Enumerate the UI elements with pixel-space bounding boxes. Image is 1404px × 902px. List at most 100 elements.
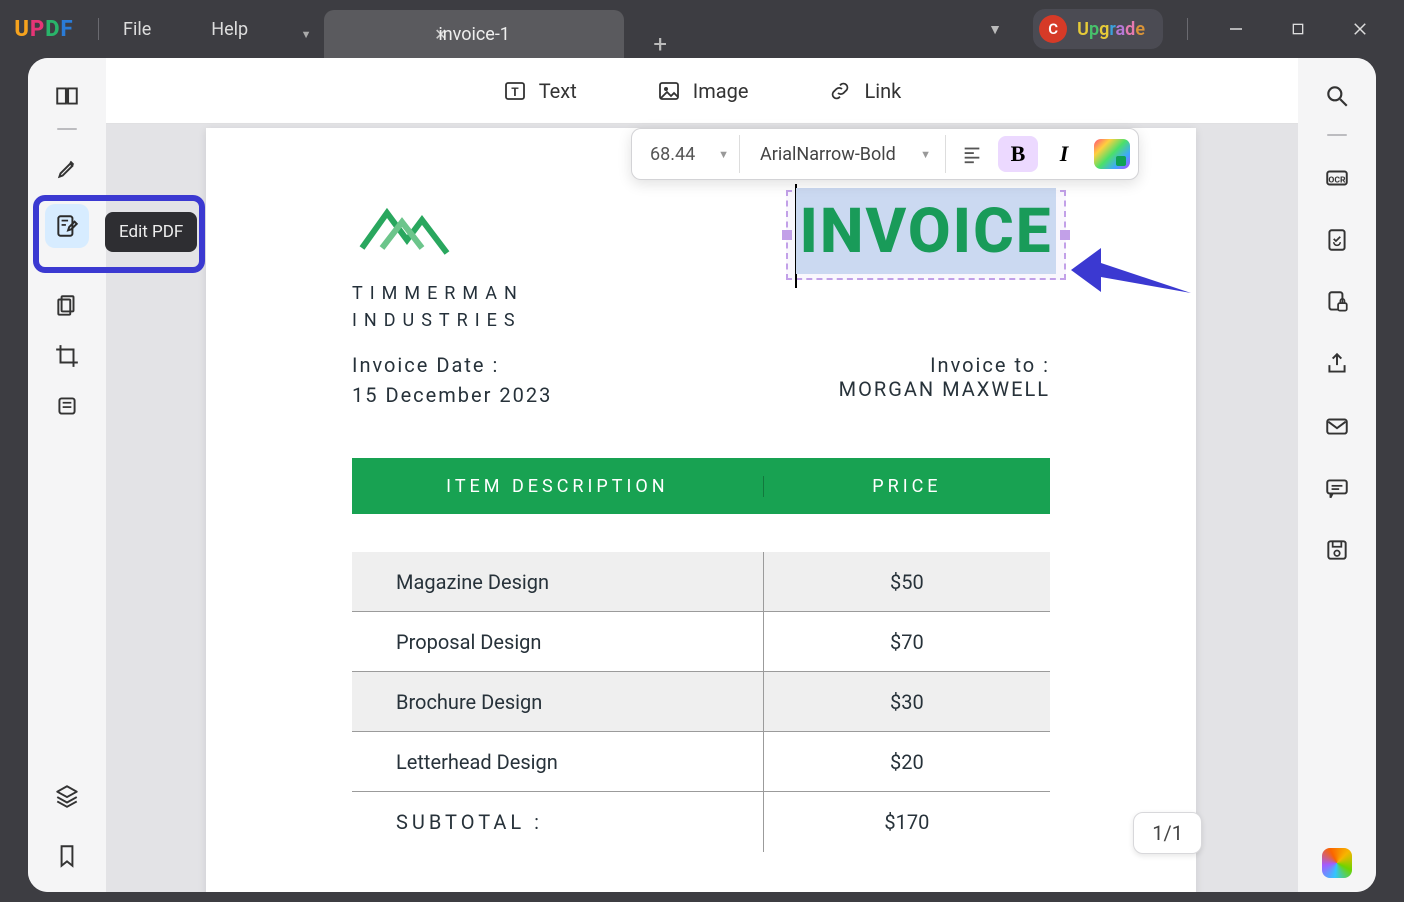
text-color-button[interactable] [1094,139,1130,169]
share-button[interactable] [1315,342,1359,386]
table-row-subtotal: SUBTOTAL : $170 [352,792,1050,852]
bold-button[interactable]: B [998,136,1038,172]
link-icon [828,79,852,103]
stack-pages-icon [54,393,80,419]
font-family-value: ArialNarrow-Bold [760,144,896,165]
left-rail [28,58,106,892]
bookmarks-button[interactable] [45,834,89,878]
invoice-to-label: Invoice to : [839,353,1050,377]
convert-icon [1324,227,1350,253]
menu-file[interactable]: File [123,19,151,40]
invoice-date-label: Invoice Date : [352,353,552,377]
convert-button[interactable] [1315,218,1359,262]
svg-text:OCR: OCR [1328,175,1346,185]
window-close-icon[interactable] [1336,10,1384,48]
search-button[interactable] [1315,74,1359,118]
highlighter-icon [54,155,80,181]
document-tab[interactable]: invoice-1 ✕ [324,10,624,58]
menu-help[interactable]: Help [211,19,248,40]
table-body: Magazine Design $50 Proposal Design $70 … [352,552,1050,852]
divider [57,128,77,130]
chat-icon [1324,475,1350,501]
new-tab-button[interactable]: + [640,30,680,58]
ocr-icon: OCR [1324,165,1350,191]
edit-page-icon [54,213,80,239]
image-tool-label: Image [693,79,749,103]
title-bar: UPDF File Help ▼ invoice-1 ✕ + ▼ C Upgra… [0,0,1404,58]
chevron-down-icon: ▼ [718,148,729,161]
company-logo-icon [352,198,524,262]
font-family-dropdown[interactable]: ArialNarrow-Bold ▼ [746,135,946,173]
share-icon [1324,351,1350,377]
invoice-meta: Invoice Date : 15 December 2023 Invoice … [352,353,1050,407]
cell-price: $20 [764,750,1050,774]
redact-button[interactable] [45,384,89,428]
invoice-date-value: 15 December 2023 [352,383,552,407]
image-icon [657,79,681,103]
layers-button[interactable] [45,774,89,818]
ai-assistant-icon[interactable] [1322,848,1352,878]
edit-pdf-button[interactable] [45,204,89,248]
document-canvas[interactable]: T Text Image Link 68.44 ▼ ArialNarrow-Bo… [106,58,1298,892]
add-text-tool[interactable]: T Text [503,79,577,103]
separator [98,18,99,40]
save-button[interactable] [1315,528,1359,572]
ocr-button[interactable]: OCR [1315,156,1359,200]
upgrade-label: Upgrade [1077,19,1145,40]
cell-desc: Magazine Design [352,552,764,611]
svg-text:T: T [511,85,519,99]
table-header: ITEM DESCRIPTION PRICE [352,458,1050,514]
italic-button[interactable]: I [1044,136,1084,172]
crop-icon [54,343,80,369]
align-left-icon [961,143,983,165]
table-row: Brochure Design $30 [352,672,1050,732]
text-format-toolbar: 68.44 ▼ ArialNarrow-Bold ▼ B I [631,128,1139,180]
add-link-tool[interactable]: Link [828,79,901,103]
cell-price: $50 [764,570,1050,594]
save-icon [1324,537,1350,563]
font-size-dropdown[interactable]: 68.44 ▼ [640,135,740,173]
bookmark-icon [54,843,80,869]
reader-mode-button[interactable] [45,74,89,118]
chevron-down-icon: ▼ [920,148,931,161]
company-name: TIMMERMAN INDUSTRIES [352,280,524,334]
subtotal-value: $170 [764,810,1050,834]
lock-page-icon [1324,289,1350,315]
upgrade-button[interactable]: C Upgrade [1033,9,1163,49]
pdf-page[interactable]: TIMMERMAN INDUSTRIES INVOICE Invoice Dat… [206,128,1196,892]
right-rail: OCR [1298,58,1376,892]
app-logo: UPDF [14,17,74,42]
mail-icon [1324,413,1350,439]
comment-panel-button[interactable] [1315,466,1359,510]
tab-list-dropdown[interactable]: ▼ [288,10,324,58]
layers-icon [54,783,80,809]
annotation-arrow-icon [1066,238,1196,308]
pages-icon [54,293,80,319]
tab-title: invoice-1 [438,24,510,45]
col-item-description: ITEM DESCRIPTION [352,476,764,497]
cell-desc: Brochure Design [352,672,764,731]
comment-button[interactable] [45,146,89,190]
window-minimize-icon[interactable] [1212,10,1260,48]
text-tool-label: Text [539,79,577,103]
search-icon [1324,83,1350,109]
align-button[interactable] [952,136,992,172]
crop-button[interactable] [45,334,89,378]
col-price: PRICE [764,476,1050,497]
recent-dropdown-icon[interactable]: ▼ [971,21,1019,38]
separator [1187,18,1188,40]
invoice-heading[interactable]: INVOICE [796,188,1056,274]
workspace: Edit PDF OCR T Text Image Lin [28,58,1376,892]
cell-desc: Letterhead Design [352,732,764,791]
protect-button[interactable] [1315,280,1359,324]
selected-text-box[interactable]: INVOICE [786,190,1066,280]
table-row: Letterhead Design $20 [352,732,1050,792]
add-image-tool[interactable]: Image [657,79,749,103]
email-button[interactable] [1315,404,1359,448]
main-menu: File Help [123,19,248,40]
organize-pages-button[interactable] [45,284,89,328]
link-tool-label: Link [864,79,901,103]
font-size-value: 68.44 [650,144,695,165]
window-maximize-icon[interactable] [1274,10,1322,48]
page-indicator[interactable]: 1/1 [1133,812,1202,854]
